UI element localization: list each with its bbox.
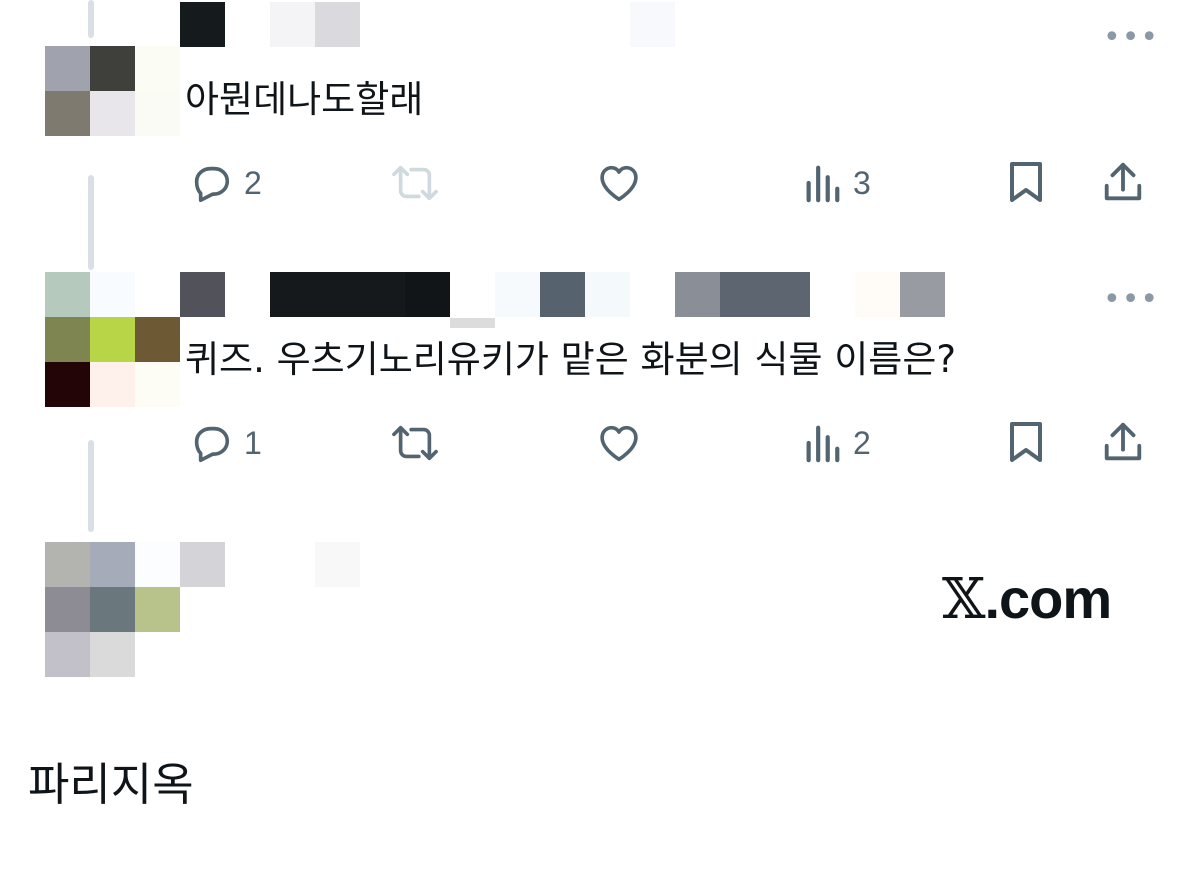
thread-line-top (88, 0, 94, 38)
reply-icon (194, 426, 230, 463)
views-button[interactable]: 2 (801, 420, 871, 466)
views-button[interactable]: 3 (801, 160, 871, 206)
tweet-text: 아뭔데나도할래 (185, 78, 424, 121)
retweet-icon (392, 425, 438, 461)
x-logo-icon: 𝕏 (942, 567, 985, 632)
like-button[interactable] (595, 420, 643, 466)
heart-icon (600, 425, 638, 462)
author-name-redacted[interactable] (180, 542, 380, 587)
bookmark-button[interactable] (1004, 158, 1048, 206)
more-dots-icon[interactable]: ••• (1103, 20, 1159, 55)
retweet-button[interactable] (388, 420, 452, 466)
share-button[interactable] (1100, 158, 1146, 206)
reply-button[interactable]: 1 (188, 420, 262, 466)
avatar[interactable] (45, 272, 180, 407)
x-com-watermark: 𝕏.com (942, 566, 1112, 632)
share-icon (1104, 422, 1142, 461)
views-count: 3 (853, 164, 871, 201)
views-chart-icon (806, 165, 840, 203)
thread-line-lower (88, 440, 94, 532)
share-button[interactable] (1100, 418, 1146, 466)
retweet-icon (392, 165, 438, 201)
reply-count: 1 (244, 424, 262, 461)
reply-icon (194, 166, 230, 203)
retweet-button (388, 160, 452, 206)
like-button[interactable] (595, 160, 643, 206)
bookmark-icon (1010, 422, 1042, 462)
tweet-text: 파리지옥 (28, 758, 194, 811)
author-name-redacted[interactable] (180, 272, 960, 317)
reply-button[interactable]: 2 (188, 160, 262, 206)
name-redaction-underline (450, 318, 495, 328)
tweet-text: 퀴즈. 우츠기노리유키가 맡은 화분의 식물 이름은? (185, 338, 957, 381)
share-icon (1104, 162, 1142, 201)
thread-line-mid (88, 175, 94, 270)
avatar[interactable] (45, 542, 180, 677)
reply-count: 2 (244, 164, 262, 201)
bookmark-button[interactable] (1004, 418, 1048, 466)
watermark-domain: .com (984, 567, 1112, 630)
more-dots-icon[interactable]: ••• (1103, 282, 1159, 317)
views-chart-icon (806, 425, 840, 463)
bookmark-icon (1010, 162, 1042, 202)
avatar[interactable] (45, 46, 180, 136)
author-name-redacted[interactable] (180, 2, 680, 47)
heart-icon (600, 165, 638, 202)
views-count: 2 (853, 424, 871, 461)
